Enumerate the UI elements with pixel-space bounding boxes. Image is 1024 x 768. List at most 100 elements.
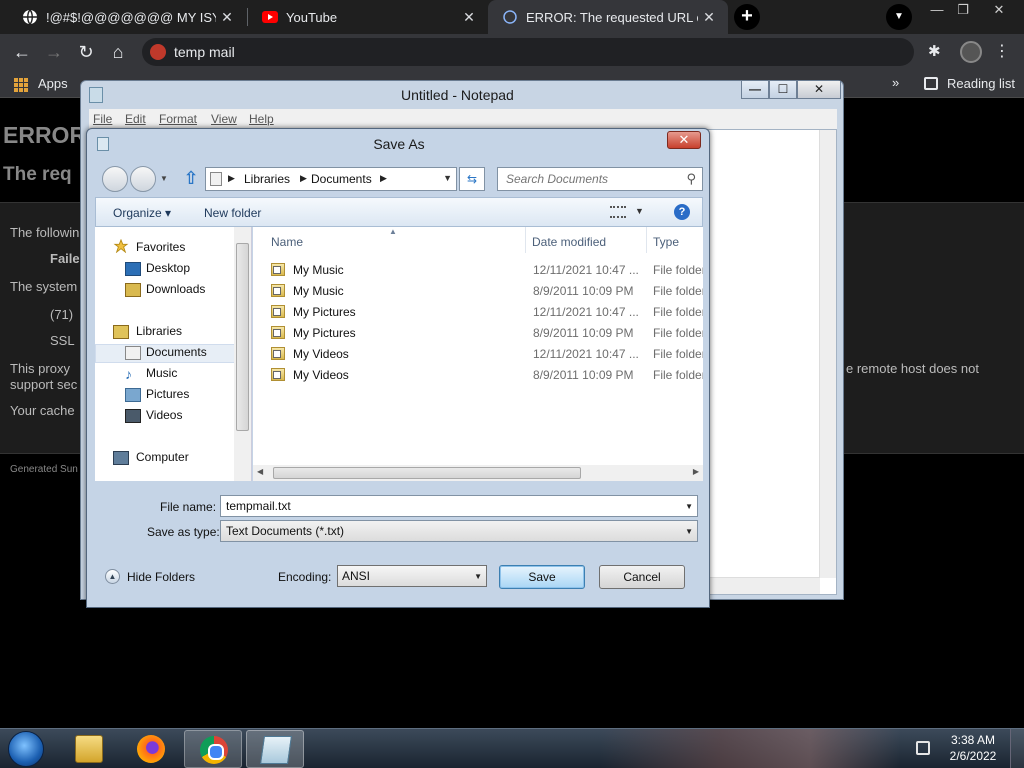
bookmarks-overflow-icon[interactable]: » (892, 75, 899, 90)
encoding-select[interactable]: ANSI ▼ (337, 565, 487, 587)
taskbar-firefox[interactable] (122, 730, 180, 768)
forward-arrow-icon[interactable]: → (42, 40, 66, 64)
tab-close-icon[interactable]: ✕ (698, 9, 720, 26)
show-desktop-button[interactable] (1010, 729, 1024, 768)
column-header-type[interactable]: Type (653, 235, 679, 249)
column-divider[interactable] (525, 227, 526, 253)
dialog-close-button[interactable]: ✕ (667, 131, 701, 149)
breadcrumb-libraries[interactable]: Libraries (244, 172, 290, 186)
file-row[interactable]: My Music 12/11/2021 10:47 ... File folde… (253, 260, 703, 281)
back-button[interactable] (102, 166, 128, 192)
menu-kebab-icon[interactable]: ⋮ (994, 41, 1010, 61)
nav-favorites[interactable]: Favorites (136, 240, 185, 254)
recent-locations-chevron-icon[interactable]: ▼ (160, 174, 168, 183)
clock-time[interactable]: 3:38 AM (946, 733, 1000, 747)
new-tab-button[interactable]: + (734, 4, 760, 30)
breadcrumb-arrow-icon[interactable]: ▶ (380, 173, 387, 184)
menu-format[interactable]: Format (159, 112, 197, 126)
new-folder-button[interactable]: New folder (204, 206, 261, 220)
save-as-type-dropdown-icon[interactable]: ▼ (685, 527, 693, 536)
search-box[interactable]: ⚲ (497, 167, 703, 191)
tab-isys[interactable]: !@#$!@@@@@@@ MY ISYS PF ✕ (8, 0, 246, 34)
reading-list-icon[interactable] (924, 77, 938, 90)
taskbar-notepad[interactable] (246, 730, 304, 768)
menu-edit[interactable]: Edit (125, 112, 146, 126)
file-row[interactable]: My Music 8/9/2011 10:09 PM File folder (253, 281, 703, 302)
forward-button[interactable] (130, 166, 156, 192)
file-row[interactable]: My Pictures 8/9/2011 10:09 PM File folde… (253, 323, 703, 344)
scrollbar-thumb[interactable] (273, 467, 581, 479)
save-button[interactable]: Save (499, 565, 585, 589)
file-name-dropdown-icon[interactable]: ▼ (685, 502, 693, 511)
taskbar-explorer[interactable] (60, 730, 118, 768)
up-arrow-icon[interactable]: ⇧ (182, 169, 200, 189)
notepad-close-button[interactable]: ✕ (797, 81, 841, 99)
apps-grid-icon[interactable] (14, 78, 28, 92)
tab-error-active[interactable]: ERROR: The requested URL could ✕ (488, 0, 728, 34)
file-row[interactable]: My Videos 12/11/2021 10:47 ... File fold… (253, 344, 703, 365)
restore-window-button[interactable]: ❐ (950, 2, 976, 18)
cancel-button[interactable]: Cancel (599, 565, 685, 589)
notepad-vertical-scrollbar[interactable] (819, 130, 836, 578)
column-header-date[interactable]: Date modified (532, 235, 606, 249)
nav-libraries[interactable]: Libraries (136, 324, 182, 338)
nav-music[interactable]: Music (146, 366, 177, 380)
scrollbar-thumb[interactable] (236, 243, 249, 431)
tab-close-icon[interactable]: ✕ (458, 9, 480, 26)
refresh-button[interactable]: ⇆ (459, 167, 485, 191)
menu-view[interactable]: View (211, 112, 237, 126)
address-bar[interactable]: temp mail (142, 38, 914, 66)
file-list-horizontal-scrollbar[interactable]: ◀ ▶ (253, 465, 703, 481)
help-icon[interactable]: ? (674, 204, 690, 220)
change-view-icon[interactable] (610, 206, 626, 218)
column-header-name[interactable]: Name (271, 235, 303, 249)
apps-bookmark[interactable]: Apps (38, 76, 68, 91)
scroll-left-arrow-icon[interactable]: ◀ (257, 467, 263, 476)
breadcrumb-address-bar[interactable]: ▶ Libraries ▶ Documents ▶ ▼ (205, 167, 457, 191)
page-text: SSL (50, 333, 75, 348)
site-info-icon[interactable] (150, 44, 166, 60)
breadcrumb-arrow-icon[interactable]: ▶ (300, 173, 307, 184)
search-input[interactable] (498, 168, 678, 190)
nav-documents[interactable]: Documents (146, 345, 207, 359)
network-icon[interactable] (916, 741, 930, 755)
nav-pictures[interactable]: Pictures (146, 387, 189, 401)
file-row[interactable]: My Videos 8/9/2011 10:09 PM File folder (253, 365, 703, 386)
tab-youtube[interactable]: YouTube ✕ (248, 0, 488, 34)
address-dropdown-icon[interactable]: ▼ (443, 173, 452, 183)
breadcrumb-arrow-icon[interactable]: ▶ (228, 173, 235, 184)
menu-help[interactable]: Help (249, 112, 274, 126)
extensions-puzzle-icon[interactable]: ✱ (928, 42, 941, 60)
close-window-button[interactable]: ✕ (986, 2, 1012, 18)
home-icon[interactable]: ⌂ (106, 40, 130, 64)
tab-search-button[interactable]: ▼ (886, 4, 912, 30)
chrome-icon (200, 736, 228, 764)
encoding-dropdown-icon[interactable]: ▼ (474, 572, 482, 581)
notepad-minimize-button[interactable]: — (741, 81, 769, 99)
notepad-maximize-button[interactable]: ☐ (769, 81, 797, 99)
profile-avatar[interactable] (960, 41, 982, 63)
taskbar-chrome[interactable] (184, 730, 242, 768)
scroll-right-arrow-icon[interactable]: ▶ (693, 467, 699, 476)
tab-close-icon[interactable]: ✕ (216, 9, 238, 26)
nav-desktop[interactable]: Desktop (146, 261, 190, 275)
nav-downloads[interactable]: Downloads (146, 282, 205, 296)
navigation-scrollbar[interactable] (234, 227, 251, 481)
reload-icon[interactable]: ↻ (74, 40, 98, 64)
menu-file[interactable]: File (93, 112, 112, 126)
start-button[interactable] (8, 731, 44, 767)
search-icon[interactable]: ⚲ (686, 171, 696, 187)
file-name-field[interactable]: tempmail.txt ▼ (220, 495, 698, 517)
breadcrumb-documents[interactable]: Documents (311, 172, 372, 186)
file-row[interactable]: My Pictures 12/11/2021 10:47 ... File fo… (253, 302, 703, 323)
clock-date[interactable]: 2/6/2022 (946, 749, 1000, 763)
column-divider[interactable] (646, 227, 647, 253)
save-as-type-select[interactable]: Text Documents (*.txt) ▼ (220, 520, 698, 542)
organize-button[interactable]: Organize ▾ (113, 206, 171, 220)
view-dropdown-icon[interactable]: ▼ (635, 206, 644, 216)
minimize-window-button[interactable]: — (924, 2, 950, 17)
reading-list-button[interactable]: Reading list (947, 76, 1015, 91)
nav-computer[interactable]: Computer (136, 450, 189, 464)
nav-videos[interactable]: Videos (146, 408, 182, 422)
back-arrow-icon[interactable]: ← (10, 40, 34, 64)
